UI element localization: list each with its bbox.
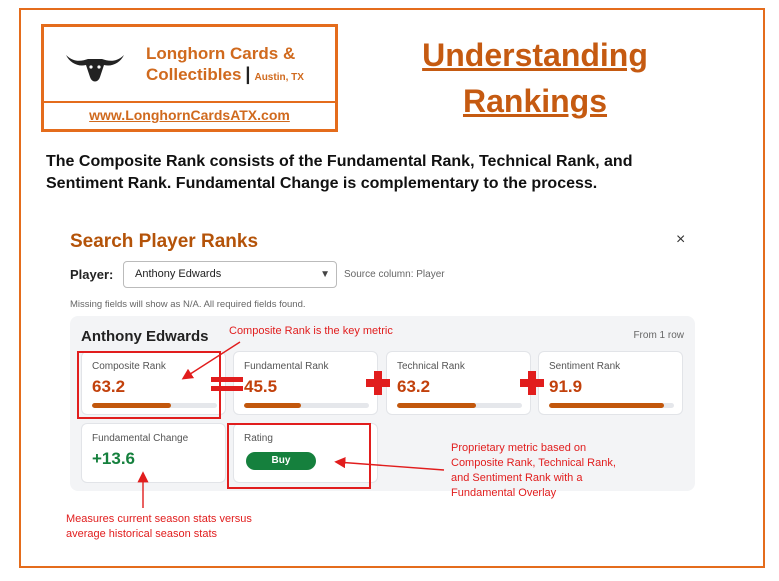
rating-arrow (334, 457, 445, 471)
annotation-arrows (137, 341, 445, 508)
composite-arrow (181, 341, 241, 380)
